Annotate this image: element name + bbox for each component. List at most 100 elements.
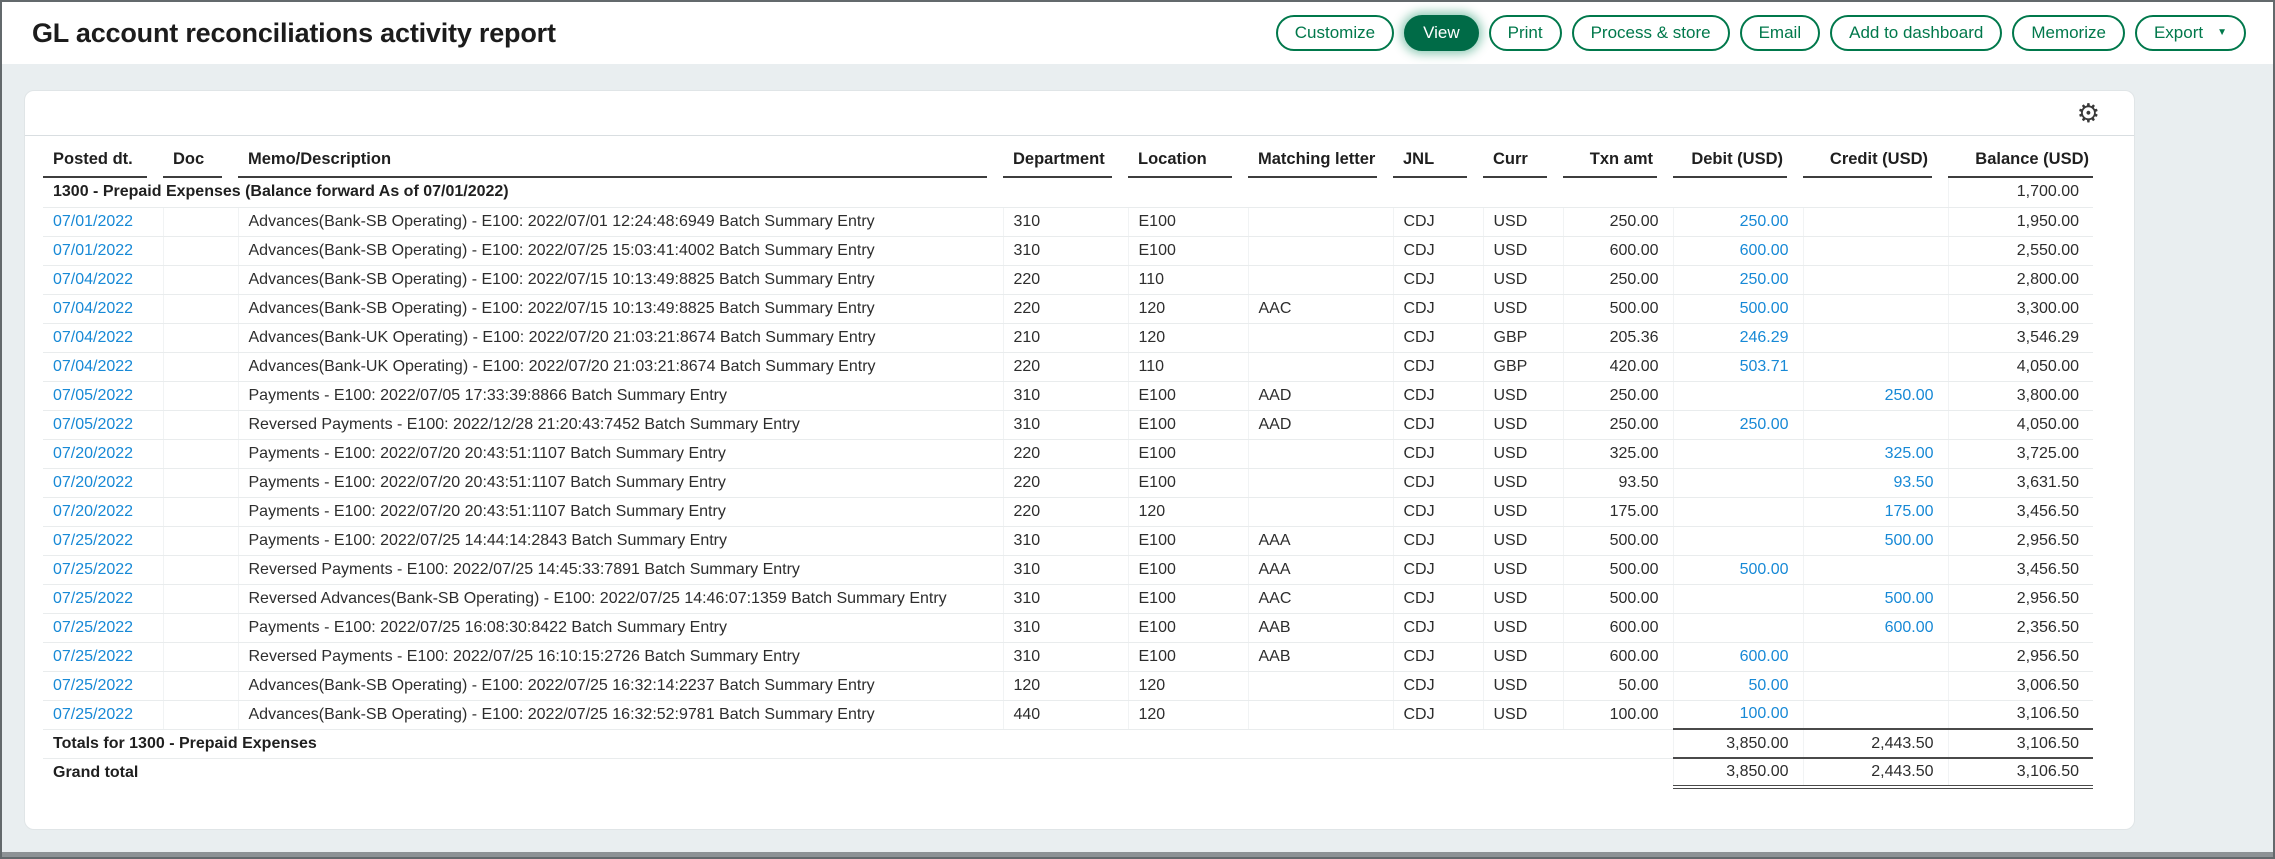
curr-value: USD — [1494, 532, 1528, 549]
debit-cell — [1673, 381, 1803, 410]
balance-value: 2,956.50 — [2017, 532, 2079, 549]
table-row: 07/01/2022Advances(Bank-SB Operating) - … — [43, 236, 2093, 265]
posted-date-link[interactable]: 07/25/2022 — [53, 532, 133, 549]
department-value: 310 — [1014, 387, 1041, 404]
location-value: E100 — [1139, 561, 1176, 578]
button-label: Print — [1508, 23, 1543, 43]
posted-date-link[interactable]: 07/05/2022 — [53, 416, 133, 433]
credit-cell: 93.50 — [1803, 468, 1948, 497]
credit-link[interactable]: 500.00 — [1885, 532, 1934, 549]
department-cell: 310 — [1003, 526, 1128, 555]
txn-amt-value: 420.00 — [1610, 358, 1659, 375]
debit-link[interactable]: 600.00 — [1740, 648, 1789, 665]
credit-cell — [1803, 410, 1948, 439]
export-button[interactable]: Export▼ — [2135, 15, 2246, 51]
curr-cell: USD — [1483, 236, 1563, 265]
credit-link[interactable]: 250.00 — [1885, 387, 1934, 404]
debit-link[interactable]: 250.00 — [1740, 213, 1789, 230]
doc-cell — [163, 642, 238, 671]
window-bottom-border — [2, 852, 2273, 857]
posted-date-link[interactable]: 07/20/2022 — [53, 445, 133, 462]
balance-cell: 4,050.00 — [1948, 352, 2093, 381]
debit-link[interactable]: 250.00 — [1740, 271, 1789, 288]
credit-link[interactable]: 500.00 — [1885, 590, 1934, 607]
posted-date-link[interactable]: 07/04/2022 — [53, 329, 133, 346]
balance-value: 2,800.00 — [2017, 271, 2079, 288]
credit-link[interactable]: 600.00 — [1885, 619, 1934, 636]
debit-cell: 250.00 — [1673, 410, 1803, 439]
posted-date-link[interactable]: 07/25/2022 — [53, 706, 133, 723]
txn-amt-cell: 250.00 — [1563, 207, 1673, 236]
totals-row-label-cell: Totals for 1300 - Prepaid Expenses — [43, 729, 1673, 758]
posted-date-link[interactable]: 07/20/2022 — [53, 474, 133, 491]
memo-text: Advances(Bank-SB Operating) - E100: 2022… — [249, 706, 875, 723]
posted-date-link[interactable]: 07/05/2022 — [53, 387, 133, 404]
posted-date-link[interactable]: 07/01/2022 — [53, 213, 133, 230]
txn-amt-value: 250.00 — [1610, 387, 1659, 404]
location-cell: E100 — [1128, 613, 1248, 642]
posted-date-cell: 07/25/2022 — [43, 584, 163, 613]
posted-date-link[interactable]: 07/25/2022 — [53, 590, 133, 607]
view-button[interactable]: View — [1404, 15, 1479, 51]
location-value: 120 — [1139, 706, 1166, 723]
posted-date-link[interactable]: 07/20/2022 — [53, 503, 133, 520]
group-balance-cell: 1,700.00 — [1948, 178, 2093, 207]
location-cell: E100 — [1128, 207, 1248, 236]
posted-date-link[interactable]: 07/04/2022 — [53, 300, 133, 317]
location-value: E100 — [1139, 213, 1176, 230]
posted-date-link[interactable]: 07/25/2022 — [53, 677, 133, 694]
table-row: 07/25/2022Payments - E100: 2022/07/25 16… — [43, 613, 2093, 642]
debit-link[interactable]: 500.00 — [1740, 561, 1789, 578]
group-header-label-cell: 1300 - Prepaid Expenses (Balance forward… — [43, 178, 1948, 207]
gear-icon[interactable]: ⚙ — [2077, 100, 2100, 126]
credit-link[interactable]: 325.00 — [1885, 445, 1934, 462]
location-value: 120 — [1139, 300, 1166, 317]
location-cell: 110 — [1128, 352, 1248, 381]
txn-amt-cell: 600.00 — [1563, 642, 1673, 671]
add-to-dashboard-button[interactable]: Add to dashboard — [1830, 15, 2002, 51]
txn-amt-cell: 205.36 — [1563, 323, 1673, 352]
curr-value: USD — [1494, 271, 1528, 288]
credit-link[interactable]: 93.50 — [1893, 474, 1933, 491]
balance-value: 3,300.00 — [2017, 300, 2079, 317]
chevron-down-icon: ▼ — [2217, 28, 2227, 38]
table-row: 07/04/2022Advances(Bank-SB Operating) - … — [43, 294, 2093, 323]
debit-link[interactable]: 503.71 — [1740, 358, 1789, 375]
posted-date-link[interactable]: 07/04/2022 — [53, 358, 133, 375]
process-store-button[interactable]: Process & store — [1572, 15, 1730, 51]
posted-date-link[interactable]: 07/04/2022 — [53, 271, 133, 288]
posted-date-link[interactable]: 07/01/2022 — [53, 242, 133, 259]
debit-link[interactable]: 50.00 — [1748, 677, 1788, 694]
location-value: E100 — [1139, 242, 1176, 259]
debit-link[interactable]: 100.00 — [1740, 705, 1789, 722]
curr-cell: USD — [1483, 439, 1563, 468]
jnl-cell: CDJ — [1393, 439, 1483, 468]
matching-letter-value: AAC — [1259, 590, 1292, 607]
matching-letter-cell — [1248, 236, 1393, 265]
jnl-value: CDJ — [1404, 619, 1435, 636]
debit-link[interactable]: 600.00 — [1740, 242, 1789, 259]
customize-button[interactable]: Customize — [1276, 15, 1394, 51]
posted-date-link[interactable]: 07/25/2022 — [53, 561, 133, 578]
debit-link[interactable]: 500.00 — [1740, 300, 1789, 317]
memo-cell: Advances(Bank-UK Operating) - E100: 2022… — [238, 352, 1003, 381]
txn-amt-value: 325.00 — [1610, 445, 1659, 462]
posted-date-cell: 07/04/2022 — [43, 265, 163, 294]
doc-cell — [163, 439, 238, 468]
posted-date-link[interactable]: 07/25/2022 — [53, 648, 133, 665]
memorize-button[interactable]: Memorize — [2012, 15, 2125, 51]
debit-link[interactable]: 250.00 — [1740, 416, 1789, 433]
debit-link[interactable]: 246.29 — [1740, 329, 1789, 346]
location-value: E100 — [1139, 387, 1176, 404]
department-cell: 220 — [1003, 352, 1128, 381]
posted-date-link[interactable]: 07/25/2022 — [53, 619, 133, 636]
balance-cell: 3,725.00 — [1948, 439, 2093, 468]
app-window: GL account reconciliations activity repo… — [0, 0, 2275, 859]
email-button[interactable]: Email — [1740, 15, 1821, 51]
print-button[interactable]: Print — [1489, 15, 1562, 51]
jnl-value: CDJ — [1404, 445, 1435, 462]
txn-amt-value: 600.00 — [1610, 648, 1659, 665]
doc-cell — [163, 294, 238, 323]
credit-link[interactable]: 175.00 — [1885, 503, 1934, 520]
department-cell: 120 — [1003, 671, 1128, 700]
